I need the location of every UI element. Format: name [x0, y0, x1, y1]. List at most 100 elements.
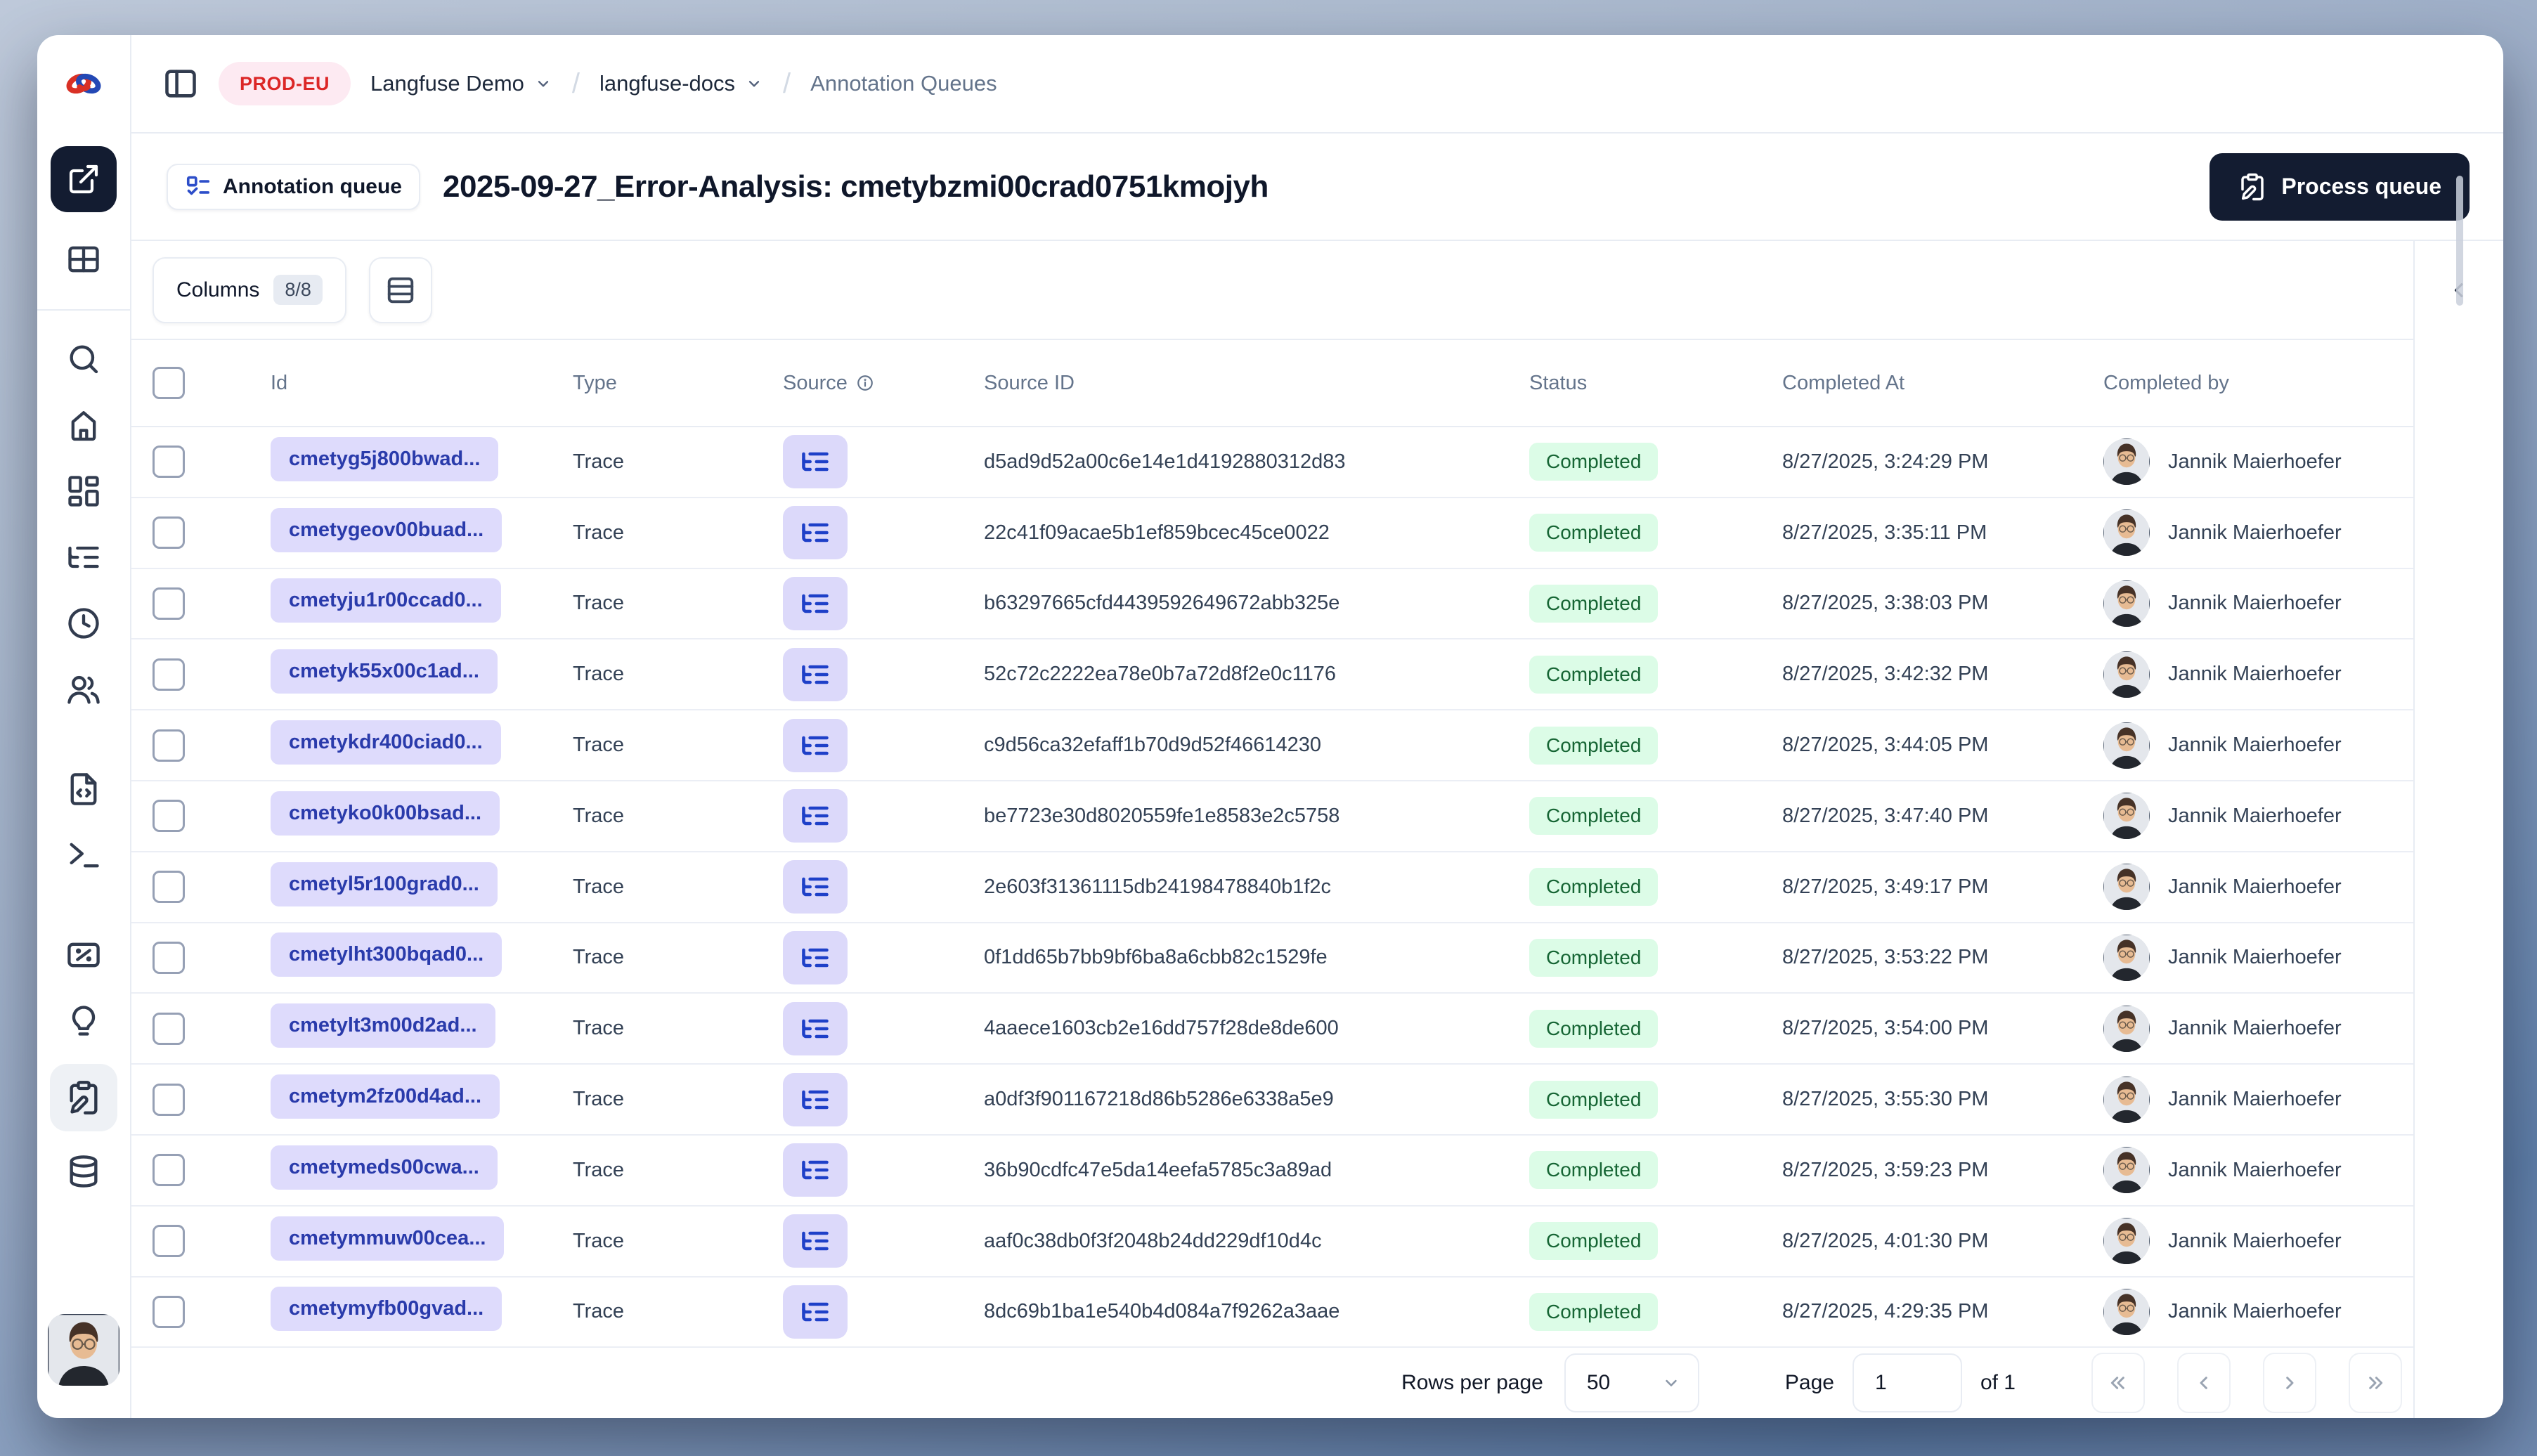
source-trace-button[interactable] — [783, 1285, 848, 1339]
table-row[interactable]: cmetyg5j800bwad... Trace d5ad9d52a00c6e1… — [131, 427, 2413, 498]
column-header-source-id[interactable]: Source ID — [984, 372, 1529, 395]
queue-type-badge[interactable]: Annotation queue — [167, 163, 420, 210]
source-trace-button[interactable] — [783, 860, 848, 914]
item-id-badge[interactable]: cmetymyfb00gvad... — [271, 1287, 502, 1332]
scrollbar-thumb[interactable] — [2456, 176, 2463, 306]
completed-by-name: Jannik Maierhoefer — [2168, 946, 2342, 969]
row-height-button[interactable] — [368, 256, 432, 323]
source-trace-button[interactable] — [783, 718, 848, 772]
source-id: 8dc69b1ba1e540b4d084a7f9262a3aae — [984, 1300, 1340, 1323]
row-checkbox[interactable] — [153, 1225, 185, 1258]
user-avatar[interactable] — [48, 1314, 119, 1386]
org-switcher[interactable]: Langfuse Demo — [370, 71, 552, 96]
completed-by-name: Jannik Maierhoefer — [2168, 1088, 2342, 1111]
source-trace-button[interactable] — [783, 576, 848, 630]
source-trace-button[interactable] — [783, 1143, 848, 1197]
item-id-badge[interactable]: cmetymmuw00cea... — [271, 1216, 505, 1261]
prompts-file-code-icon[interactable] — [63, 770, 105, 808]
completed-by-avatar — [2103, 651, 2150, 698]
item-id-badge[interactable]: cmetyko0k00bsad... — [271, 791, 500, 836]
item-id-badge[interactable]: cmetymeds00cwa... — [271, 1145, 498, 1190]
column-header-completed-by[interactable]: Completed by — [2103, 372, 2413, 395]
row-checkbox[interactable] — [153, 1083, 185, 1116]
column-header-status[interactable]: Status — [1529, 372, 1782, 395]
source-trace-button[interactable] — [783, 1072, 848, 1126]
item-id-badge[interactable]: cmetylht300bqad0... — [271, 932, 502, 977]
row-checkbox[interactable] — [153, 941, 185, 974]
playground-terminal-icon[interactable] — [63, 836, 105, 874]
column-header-source[interactable]: Source — [783, 372, 984, 395]
row-checkbox[interactable] — [153, 1012, 185, 1045]
table-row[interactable]: cmetyl5r100grad0... Trace 2e603f31361115… — [131, 852, 2413, 923]
table-row[interactable]: cmetymmuw00cea... Trace aaf0c38db0f3f204… — [131, 1207, 2413, 1278]
evaluators-percent-icon[interactable] — [63, 936, 105, 974]
previous-page-button[interactable] — [2177, 1353, 2231, 1414]
info-icon[interactable] — [856, 374, 874, 392]
source-trace-button[interactable] — [783, 1001, 848, 1055]
users-icon[interactable] — [63, 670, 105, 708]
table-view-icon[interactable] — [63, 240, 105, 278]
search-icon[interactable] — [63, 340, 105, 378]
item-id-badge[interactable]: cmetyg5j800bwad... — [271, 436, 499, 481]
item-id-badge[interactable]: cmetym2fz00d4ad... — [271, 1074, 500, 1119]
insights-lightbulb-icon[interactable] — [63, 1002, 105, 1040]
annotation-queues-clipboard-icon[interactable] — [50, 1064, 117, 1131]
column-header-completed-at[interactable]: Completed At — [1782, 372, 2103, 395]
completed-by-name: Jannik Maierhoefer — [2168, 450, 2342, 473]
select-all-checkbox[interactable] — [153, 367, 185, 399]
traces-tree-icon[interactable] — [63, 538, 105, 576]
columns-count-badge: 8/8 — [273, 275, 323, 305]
status-badge: Completed — [1529, 868, 1659, 906]
item-id-badge[interactable]: cmetygeov00buad... — [271, 507, 502, 552]
column-header-type[interactable]: Type — [573, 372, 783, 395]
table-row[interactable]: cmetymyfb00gvad... Trace 8dc69b1ba1e540b… — [131, 1278, 2413, 1348]
sessions-clock-icon[interactable] — [63, 604, 105, 642]
row-checkbox[interactable] — [153, 516, 185, 550]
status-badge: Completed — [1529, 443, 1659, 481]
source-trace-button[interactable] — [783, 435, 848, 489]
project-switcher[interactable]: langfuse-docs — [599, 71, 763, 96]
sidebar-toggle-button[interactable] — [162, 65, 199, 102]
row-checkbox[interactable] — [153, 800, 185, 833]
completed-at: 8/27/2025, 3:55:30 PM — [1782, 1088, 1989, 1111]
row-checkbox[interactable] — [153, 658, 185, 691]
row-checkbox[interactable] — [153, 446, 185, 479]
columns-button[interactable]: Columns 8/8 — [153, 256, 346, 323]
item-id-badge[interactable]: cmetyl5r100grad0... — [271, 862, 498, 906]
table-row[interactable]: cmetyju1r00ccad0... Trace b63297665cfd44… — [131, 569, 2413, 640]
table-row[interactable]: cmetygeov00buad... Trace 22c41f09acae5b1… — [131, 498, 2413, 569]
table-row[interactable]: cmetym2fz00d4ad... Trace a0df3f901167218… — [131, 1065, 2413, 1136]
rows-per-page-select[interactable]: 50 — [1564, 1353, 1699, 1413]
page-input[interactable] — [1852, 1353, 1962, 1413]
table-toolbar: Columns 8/8 — [131, 241, 2413, 340]
row-checkbox[interactable] — [153, 729, 185, 762]
table-row[interactable]: cmetylt3m00d2ad... Trace 4aaece1603cb2e1… — [131, 994, 2413, 1065]
table-row[interactable]: cmetylht300bqad0... Trace 0f1dd65b7bb9bf… — [131, 923, 2413, 994]
column-header-id[interactable]: Id — [271, 372, 573, 395]
dashboard-icon[interactable] — [63, 472, 105, 510]
item-id-badge[interactable]: cmetylt3m00d2ad... — [271, 1003, 495, 1048]
table-row[interactable]: cmetyk55x00c1ad... Trace 52c72c2222ea78e… — [131, 639, 2413, 711]
item-id-badge[interactable]: cmetyk55x00c1ad... — [271, 649, 498, 694]
process-queue-button[interactable]: Process queue — [2210, 152, 2470, 221]
open-project-button[interactable] — [51, 146, 117, 212]
last-page-button[interactable] — [2349, 1353, 2402, 1414]
datasets-database-icon[interactable] — [63, 1152, 105, 1190]
row-checkbox[interactable] — [153, 1154, 185, 1187]
row-checkbox[interactable] — [153, 871, 185, 904]
first-page-button[interactable] — [2091, 1353, 2145, 1414]
table-row[interactable]: cmetykdr400ciad0... Trace c9d56ca32efaff… — [131, 710, 2413, 781]
row-checkbox[interactable] — [153, 587, 185, 620]
table-row[interactable]: cmetyko0k00bsad... Trace be7723e30d80205… — [131, 781, 2413, 852]
next-page-button[interactable] — [2263, 1353, 2316, 1414]
source-trace-button[interactable] — [783, 647, 848, 701]
source-trace-button[interactable] — [783, 930, 848, 984]
home-icon[interactable] — [63, 406, 105, 444]
row-checkbox[interactable] — [153, 1295, 185, 1328]
item-id-badge[interactable]: cmetyju1r00ccad0... — [271, 578, 501, 623]
item-id-badge[interactable]: cmetykdr400ciad0... — [271, 720, 501, 765]
source-trace-button[interactable] — [783, 506, 848, 560]
source-trace-button[interactable] — [783, 789, 848, 843]
table-row[interactable]: cmetymeds00cwa... Trace 36b90cdfc47e5da1… — [131, 1136, 2413, 1207]
source-trace-button[interactable] — [783, 1214, 848, 1268]
